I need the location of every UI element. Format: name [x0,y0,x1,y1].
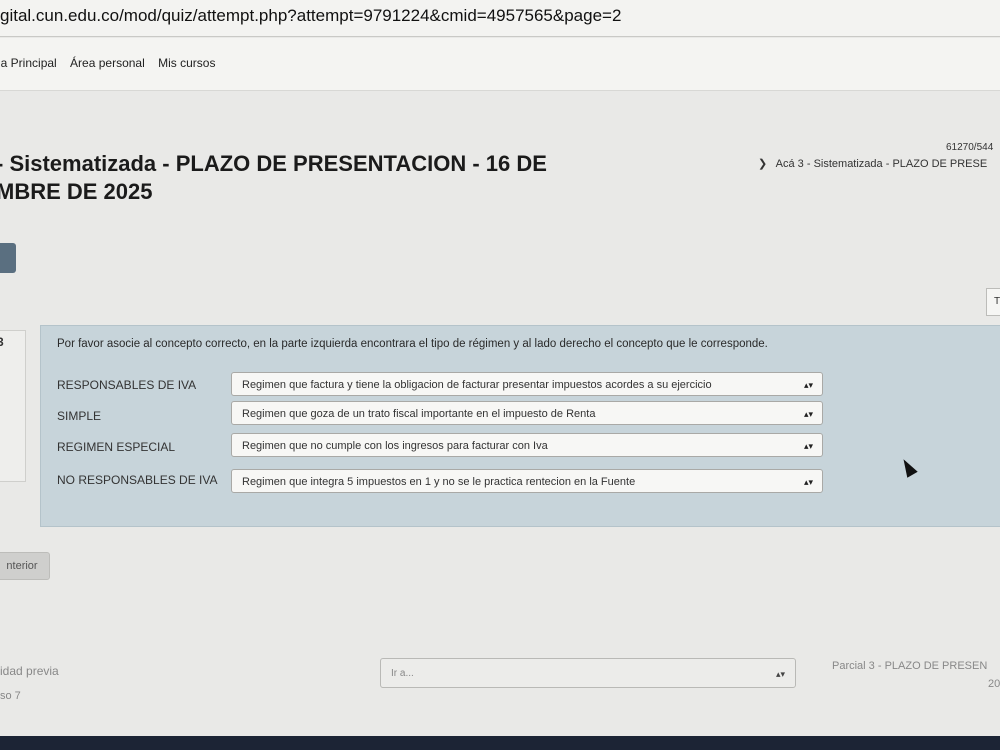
jump-to-select[interactable]: Ir a... ▴▾ [380,658,796,688]
select-value: Regimen que no cumple con los ingresos p… [242,440,548,452]
question-info-box: 3 [0,330,26,482]
nav-link-dashboard[interactable]: Área personal [70,56,145,70]
match-select-regimen-especial[interactable]: Regimen que no cumple con los ingresos p… [231,433,823,457]
breadcrumb[interactable]: ❯ Acá 3 - Sistematizada - PLAZO DE PRESE [758,157,987,170]
page-title: - Sistematizada - PLAZO DE PRESENTACION … [0,150,547,206]
url-text[interactable]: gital.cun.edu.co/mod/quiz/attempt.php?at… [0,6,621,26]
match-label-regimen-especial: REGIMEN ESPECIAL [57,440,176,454]
timer-toggle-label: T [993,296,1000,307]
select-arrows-icon: ▴▾ [803,409,813,419]
chevron-right-icon: ❯ [758,158,768,170]
next-activity-link[interactable]: Parcial 3 - PLAZO DE PRESEN [832,660,987,672]
select-arrows-icon: ▴▾ [775,669,785,679]
select-arrows-icon: ▴▾ [803,441,813,451]
previous-activity-name[interactable]: so 7 [0,690,21,702]
screen-bottom-edge [0,736,1000,750]
course-id: 61270/544 [946,142,994,153]
question-content: Por favor asocie al concepto correcto, e… [40,325,1000,527]
match-label-no-responsables-iva: NO RESPONSABLES DE IVA [57,473,218,487]
question-prompt: Por favor asocie al concepto correcto, e… [57,338,768,350]
previous-page-button[interactable]: nterior [0,552,50,580]
browser-address-bar[interactable]: gital.cun.edu.co/mod/quiz/attempt.php?at… [0,0,1000,37]
match-select-simple[interactable]: Regimen que goza de un trato fiscal impo… [231,401,823,425]
select-value: Regimen que goza de un trato fiscal impo… [242,408,596,420]
match-select-responsables-iva[interactable]: Regimen que factura y tiene la obligacio… [231,372,823,396]
page-title-line-2: MBRE DE 2025 [0,179,153,204]
select-value: Regimen que integra 5 impuestos en 1 y n… [242,476,636,488]
match-select-no-responsables-iva[interactable]: Regimen que integra 5 impuestos en 1 y n… [231,469,823,493]
page-title-line-1: - Sistematizada - PLAZO DE PRESENTACION … [0,151,547,176]
nav-link-my-courses[interactable]: Mis cursos [158,56,215,70]
jump-to-placeholder: Ir a... [391,668,414,679]
nav-link-home[interactable]: ha Principal [0,56,57,70]
match-label-responsables-iva: RESPONSABLES DE IVA [57,378,197,392]
select-value: Regimen que factura y tiene la obligacio… [242,379,712,391]
match-label-simple: SIMPLE [57,409,102,423]
breadcrumb-item[interactable]: Acá 3 - Sistematizada - PLAZO DE PRESE [776,158,988,170]
drawer-toggle-button[interactable] [0,243,16,273]
question-number: 3 [0,335,4,349]
select-arrows-icon: ▴▾ [803,477,813,487]
nav-links: ha Principal Área personal Mis cursos [0,56,225,70]
select-arrows-icon: ▴▾ [803,380,813,390]
top-navbar: ha Principal Área personal Mis cursos [0,38,1000,91]
timer-toggle-button[interactable]: T [986,288,1000,316]
previous-activity-link[interactable]: idad previa [0,664,59,678]
next-activity-sub[interactable]: 20 [988,678,1000,690]
